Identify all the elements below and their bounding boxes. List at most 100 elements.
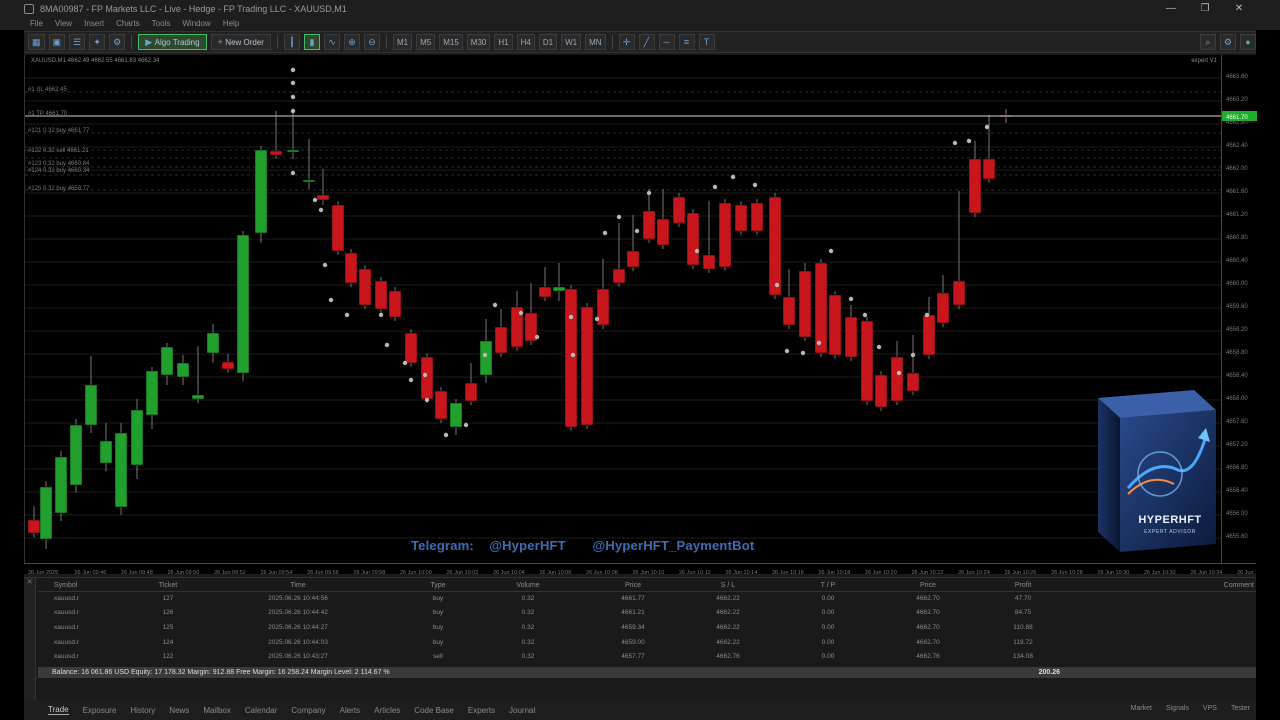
bar-chart-button[interactable]: ┃ — [283, 34, 300, 50]
col-ticket[interactable]: Ticket — [148, 580, 188, 592]
col-tp[interactable]: T / P — [778, 580, 878, 592]
crosshair-button[interactable]: ✛ — [618, 34, 635, 50]
timeframe-d1[interactable]: D1 — [538, 34, 558, 50]
time-scale[interactable]: 26 Jun 2025 26 Jun 09:46 26 Jun 09:48 26 Ju… — [24, 563, 1269, 576]
col-time[interactable]: Time — [188, 580, 408, 592]
trade-cell-price: 4657.77 — [621, 653, 645, 661]
bearish-candle — [952, 280, 966, 306]
timeframe-m30[interactable]: M30 — [466, 34, 491, 50]
close-button[interactable]: ✕ — [1222, 0, 1256, 17]
status-vps[interactable]: VPS — [1203, 705, 1217, 712]
toolbar-separator — [385, 35, 387, 49]
trade-cell-volume: 0.32 — [521, 638, 535, 646]
tab-news[interactable]: News — [169, 706, 189, 715]
col-profit[interactable]: Profit — [978, 580, 1068, 592]
trade-row[interactable]: xauusd.r 124 2025.06.26 10:44:03 buy 0.32 465… — [38, 635, 1256, 650]
candlestick-chart[interactable]: #1 SL 4662.45#1 TP 4661.70#121 0.32 buy … — [25, 55, 1221, 563]
text-tool-button[interactable]: T — [698, 34, 715, 50]
timeframe-w1[interactable]: W1 — [561, 34, 582, 50]
search-button[interactable]: ⌕ — [1199, 34, 1216, 50]
trade-row[interactable]: xauusd.r 125 2025.06.26 10:44:27 buy 0.32 465… — [38, 620, 1256, 635]
col-sl[interactable]: S / L — [678, 580, 778, 592]
col-type[interactable]: Type — [408, 580, 468, 592]
hline-button[interactable]: ─ — [658, 34, 675, 50]
settings-button[interactable]: ⚙ — [1219, 34, 1236, 50]
tab-exposure[interactable]: Exposure — [83, 706, 117, 715]
timeframe-h4[interactable]: H4 — [516, 34, 535, 50]
trade-row[interactable]: xauusd.r 126 2025.06.26 10:44:42 buy 0.32 466… — [38, 606, 1256, 621]
menu-tools[interactable]: Tools — [152, 17, 171, 30]
tab-experts[interactable]: Experts — [468, 706, 495, 715]
trade-cell-current-price: 4662.70 — [916, 623, 940, 631]
toolbox-tabs: Trade Exposure History News Mailbox Cale… — [24, 700, 1256, 720]
trade-row[interactable]: xauusd.r 122 2025.06.26 10:43:27 sell 0.32 46… — [38, 649, 1256, 664]
candlestick-button[interactable]: ▮ — [303, 34, 320, 50]
timeframe-m5[interactable]: M5 — [416, 34, 436, 50]
col-volume[interactable]: Volume — [468, 580, 588, 592]
trade-marker — [463, 422, 469, 428]
menu-help[interactable]: Help — [223, 17, 239, 30]
maximize-button[interactable]: ❐ — [1188, 0, 1222, 17]
zoom-in-button[interactable]: ⊕ — [343, 34, 360, 50]
navigator-button[interactable]: ✦ — [89, 34, 106, 50]
minimize-button[interactable]: — — [1154, 0, 1188, 17]
trade-cell-volume: 0.32 — [521, 653, 535, 661]
price-tick-label: 4658.00 — [1226, 396, 1248, 402]
tester-button[interactable]: ⚙ — [109, 34, 126, 50]
tab-mailbox[interactable]: Mailbox — [203, 706, 231, 715]
menu-insert[interactable]: Insert — [84, 17, 104, 30]
status-tester[interactable]: Tester — [1231, 705, 1250, 712]
menu-window[interactable]: Window — [182, 17, 210, 30]
account-button[interactable]: ● — [1240, 34, 1256, 50]
trade-cell-profit: 47.70 — [1014, 595, 1032, 603]
col-current-price[interactable]: Price — [878, 580, 978, 592]
new-order-button[interactable]: + New Order — [210, 34, 271, 50]
fibo-button[interactable]: ≡ — [678, 34, 695, 50]
col-comment[interactable]: Comment — [1068, 580, 1256, 592]
product-name: HYPERHFT — [1138, 514, 1202, 526]
trade-cell-price: 4659.34 — [621, 623, 645, 631]
price-tick-label: 4657.20 — [1226, 442, 1248, 448]
time-tick-label: 26 Jun 09:46 — [75, 570, 107, 576]
bearish-candle — [434, 390, 448, 420]
price-chart[interactable]: #1 SL 4662.45 #1 TP 4661.70 #121 0.32 buy … — [24, 55, 1221, 563]
menu-charts[interactable]: Charts — [116, 17, 140, 30]
tab-calendar[interactable]: Calendar — [245, 706, 277, 715]
price-scale[interactable]: 4663.60 4663.20 4662.80 4662.40 4662.00 4661.… — [1221, 55, 1257, 563]
line-chart-button[interactable]: ∿ — [323, 34, 340, 50]
col-symbol[interactable]: Symbol — [38, 580, 148, 592]
bearish-candle — [331, 204, 345, 252]
market-watch-button[interactable]: ☰ — [69, 34, 86, 50]
line-chart-icon: ∿ — [328, 36, 336, 47]
status-market[interactable]: Market — [1131, 705, 1152, 712]
menu-view[interactable]: View — [55, 17, 72, 30]
tab-alerts[interactable]: Alerts — [340, 706, 360, 715]
menu-file[interactable]: File — [30, 17, 43, 30]
new-chart-button[interactable]: ▦ — [28, 34, 45, 50]
tab-history[interactable]: History — [130, 706, 155, 715]
tab-trade[interactable]: Trade — [48, 705, 69, 715]
tester-icon: ⚙ — [113, 36, 122, 47]
profiles-button[interactable]: ▣ — [48, 34, 66, 50]
trade-marker — [482, 352, 488, 358]
zoom-out-button[interactable]: ⊖ — [363, 34, 380, 50]
algo-trading-button[interactable]: ▶ Algo Trading — [138, 34, 207, 50]
trade-marker — [290, 170, 296, 176]
trendline-button[interactable]: ╱ — [638, 34, 655, 50]
trade-row[interactable]: xauusd.r 127 2025.06.26 10:44:56 buy 0.32 466… — [38, 591, 1256, 606]
trade-marker — [774, 282, 780, 288]
timeframe-h1[interactable]: H1 — [494, 34, 513, 50]
trade-cell-profit: 110.88 — [1013, 623, 1033, 631]
status-signals[interactable]: Signals — [1166, 705, 1189, 712]
bullish-candle — [302, 179, 316, 183]
toolbox-close[interactable]: ✕ — [24, 578, 36, 701]
tab-articles[interactable]: Articles — [374, 706, 400, 715]
col-price[interactable]: Price — [588, 580, 678, 592]
timeframe-m1[interactable]: M1 — [392, 34, 413, 50]
timeframe-m15[interactable]: M15 — [439, 34, 463, 50]
tab-company[interactable]: Company — [291, 706, 325, 715]
tab-code-base[interactable]: Code Base — [414, 706, 454, 715]
bearish-candle — [814, 262, 828, 354]
tab-journal[interactable]: Journal — [509, 706, 535, 715]
timeframe-mn[interactable]: MN — [585, 34, 606, 50]
